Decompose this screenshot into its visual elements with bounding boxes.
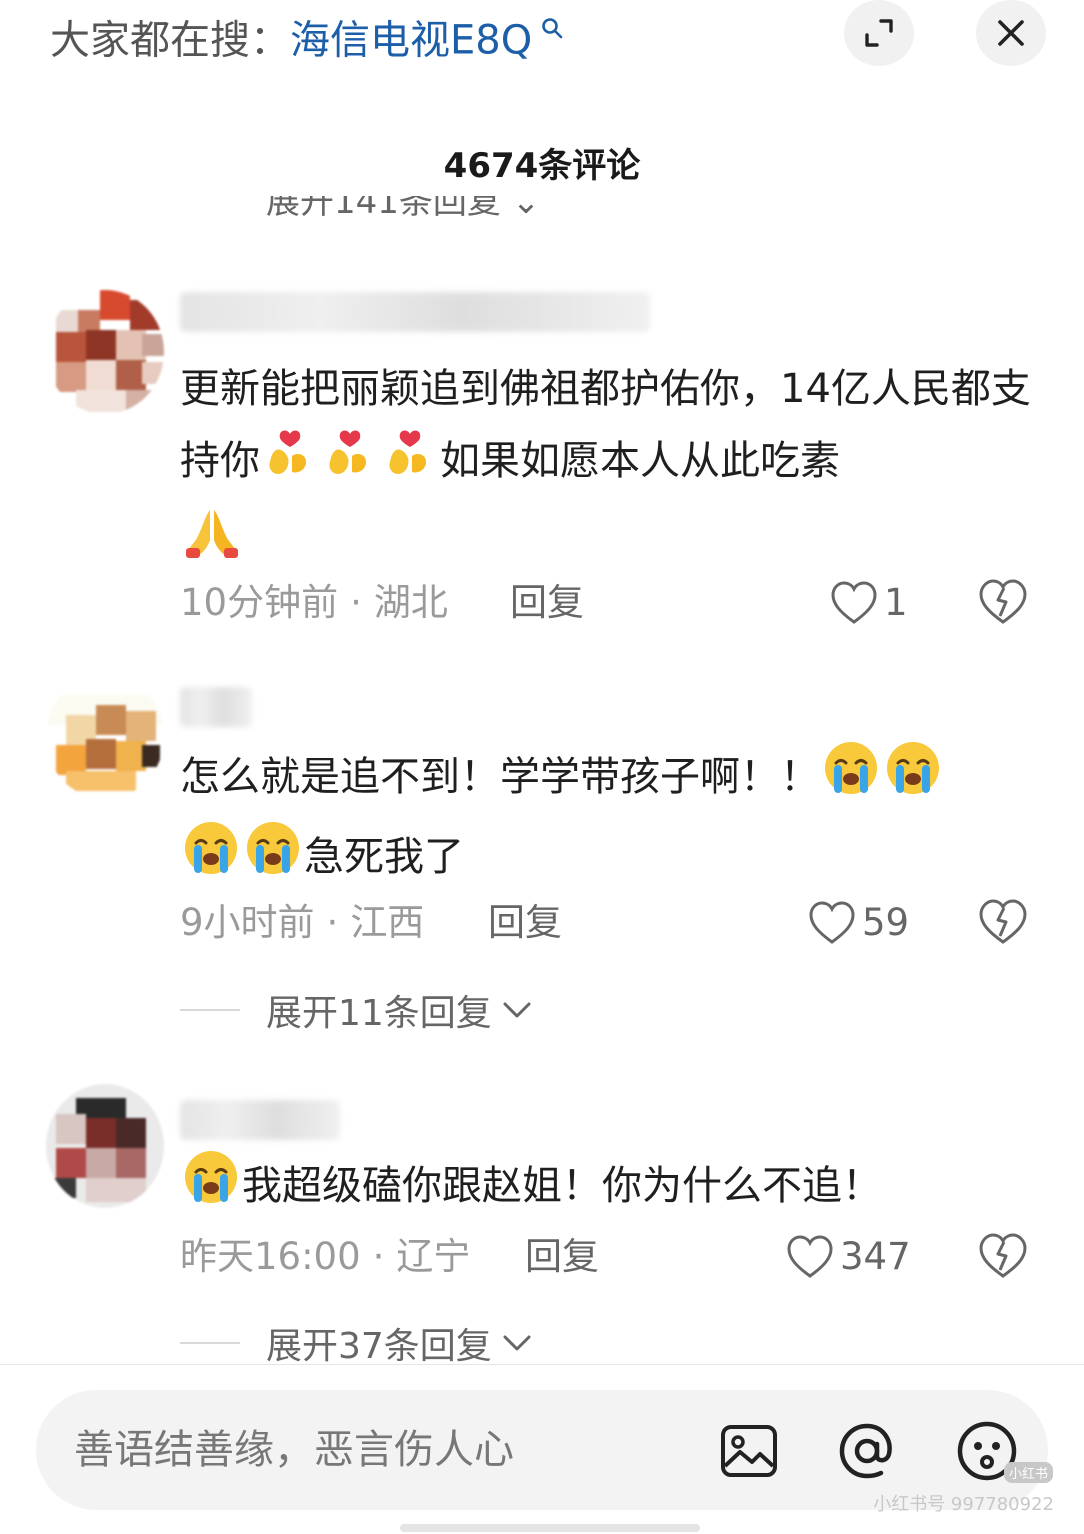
reply-button[interactable]: 回复: [510, 578, 584, 628]
trending-search-term[interactable]: 海信电视E8Q: [290, 17, 532, 63]
crying-face-emoji: [244, 819, 302, 899]
fullscreen-expand-button[interactable]: [844, 0, 914, 66]
expand-replies-label: 展开11条回复: [266, 993, 492, 1034]
comment-location: 湖北: [373, 581, 448, 624]
comment-text-part: 如果如愿本人从此吃素: [440, 438, 840, 484]
expand-replies-button[interactable]: 展开37条回复: [180, 1318, 532, 1368]
comment-input-placeholder: 善语结善缘，恶言伤人心: [74, 1427, 514, 1473]
chevron-down-icon: [503, 1335, 531, 1351]
comment-location: 江西: [350, 901, 425, 944]
divider: [180, 1009, 240, 1011]
heart-icon: [831, 581, 877, 624]
heart-hands-emoji: [322, 424, 378, 502]
broken-heart-icon: [979, 1233, 1027, 1278]
comment-text-part: 怎么就是追不到！学学带孩子啊！！: [180, 754, 820, 800]
comment-meta: 9小时前 · 江西: [180, 901, 425, 944]
dislike-button[interactable]: [978, 1232, 1028, 1282]
broken-heart-icon: [979, 899, 1027, 944]
crying-face-emoji: [822, 739, 880, 819]
trending-search-prefix: 大家都在搜：: [50, 17, 290, 64]
username-blurred[interactable]: [180, 1100, 340, 1140]
comment-count-title: 4674条评论: [443, 146, 641, 186]
heart-icon: [787, 1235, 833, 1278]
heart-hands-emoji: [382, 424, 438, 502]
praying-hands-emoji: [182, 502, 242, 584]
comment-text-part: 急死我了: [304, 834, 464, 880]
comment-meta: 昨天16:00 · 辽宁: [180, 1235, 471, 1278]
like-count: 1: [884, 581, 908, 624]
chevron-down-icon: ⌄: [511, 196, 541, 222]
comment-time: 10分钟前: [180, 581, 339, 624]
watermark-badge: 小红书: [1004, 1462, 1054, 1483]
like-button[interactable]: 347: [786, 1232, 911, 1282]
dislike-button[interactable]: [978, 898, 1028, 948]
heart-icon: [809, 901, 855, 944]
fullscreen-expand-icon: [865, 19, 893, 47]
mention-button[interactable]: [836, 1420, 898, 1482]
like-count: 59: [862, 901, 910, 944]
username-blurred[interactable]: [180, 687, 252, 727]
like-count: 347: [840, 1235, 911, 1278]
partial-expand-replies-label: 展开141条回复: [266, 196, 501, 222]
expand-replies-button[interactable]: 展开11条回复: [180, 985, 532, 1035]
reply-button[interactable]: 回复: [488, 898, 562, 948]
top-bar: 大家都在搜：海信电视E8Q: [0, 0, 1084, 70]
mention-icon: [839, 1423, 892, 1479]
reply-button[interactable]: 回复: [525, 1232, 599, 1282]
like-button[interactable]: 59: [808, 898, 909, 948]
heart-hands-emoji: [262, 424, 318, 502]
close-icon: [998, 20, 1024, 46]
broken-heart-icon: [979, 579, 1027, 624]
comment-meta: 10分钟前 · 湖北: [180, 581, 448, 624]
partial-expand-replies[interactable]: 展开141条回复 ⌄: [266, 196, 540, 230]
crying-face-emoji: [182, 1148, 240, 1228]
crying-face-emoji: [182, 819, 240, 899]
comment-text: 怎么就是追不到！学学带孩子啊！！ 急死我了: [180, 739, 1040, 899]
comment-text: 更新能把丽颖追到佛祖都护佑你，14亿人民都支持你 如果如愿本人从此吃素: [180, 354, 1040, 584]
username-blurred[interactable]: [180, 292, 650, 332]
image-button[interactable]: [718, 1420, 780, 1482]
divider: [0, 1364, 1084, 1365]
like-button[interactable]: 1: [830, 578, 908, 628]
avatar[interactable]: [46, 1084, 164, 1208]
crying-face-emoji: [884, 739, 942, 819]
trending-search-hint[interactable]: 大家都在搜：海信电视E8Q: [50, 6, 563, 67]
close-button[interactable]: [976, 0, 1046, 66]
watermark: 小红书号 997780922: [873, 1494, 1054, 1515]
comment-location: 辽宁: [396, 1235, 471, 1278]
avatar[interactable]: [46, 290, 164, 414]
comment-text-part: 我超级磕你跟赵姐！你为什么不追！: [242, 1163, 882, 1209]
chevron-down-icon: [503, 1002, 531, 1018]
image-icon: [721, 1425, 777, 1477]
avatar[interactable]: [46, 675, 164, 799]
comment-time: 9小时前: [180, 901, 315, 944]
home-indicator: [400, 1524, 700, 1532]
expand-replies-label: 展开37条回复: [266, 1326, 492, 1367]
comment-text: 我超级磕你跟赵姐！你为什么不追！: [180, 1148, 1040, 1228]
dislike-button[interactable]: [978, 578, 1028, 628]
search-icon: [534, 18, 563, 45]
comment-time: 昨天16:00: [180, 1235, 361, 1278]
divider: [180, 1342, 240, 1344]
